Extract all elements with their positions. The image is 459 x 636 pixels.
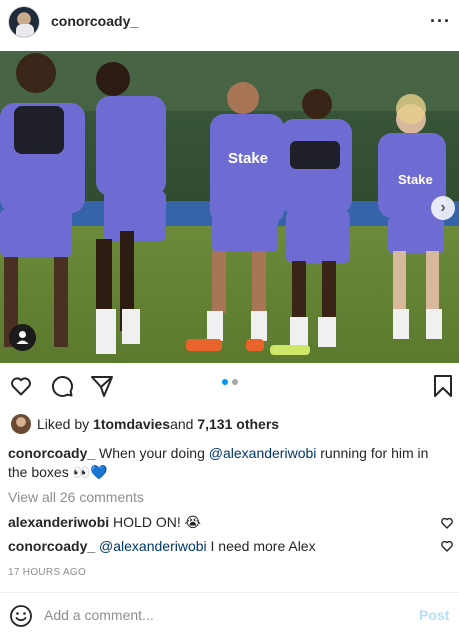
comment-like-heart-icon[interactable]	[440, 539, 454, 556]
comment-text: I need more Alex	[206, 538, 316, 554]
comment-text: HOLD ON! 😭	[109, 514, 201, 530]
more-horizontal-icon[interactable]: ···	[430, 11, 451, 32]
carousel-indicator	[222, 379, 238, 385]
action-bar	[0, 364, 459, 408]
comment-like-heart-icon[interactable]	[440, 516, 454, 533]
comment-bubble-icon[interactable]	[50, 374, 74, 401]
post-timestamp[interactable]: 17 HOURS AGO	[8, 567, 86, 578]
comment-input[interactable]	[44, 605, 404, 625]
liker-avatar[interactable]	[11, 414, 31, 434]
caption-mention[interactable]: @alexanderiwobi	[209, 445, 317, 461]
bookmark-icon[interactable]	[433, 374, 453, 401]
post-caption: conorcoady_ When your doing @alexanderiw…	[8, 444, 448, 482]
caption-username[interactable]: conorcoady_	[8, 445, 95, 461]
likes-prefix: Liked by	[37, 416, 90, 432]
svg-text:Stake: Stake	[228, 150, 268, 167]
svg-text:Stake: Stake	[398, 172, 433, 187]
post-comment-button[interactable]: Post	[419, 607, 449, 623]
paper-plane-icon[interactable]	[90, 374, 114, 401]
likes-connector: and	[170, 416, 194, 432]
training-photo: Stake Stake	[0, 51, 459, 363]
likes-others[interactable]: 7,131 others	[197, 416, 279, 432]
comment-username[interactable]: alexanderiwobi	[8, 514, 109, 530]
heart-outline-icon[interactable]	[9, 374, 33, 401]
post-photo[interactable]: Stake Stake ›	[0, 51, 459, 363]
carousel-dot-active	[222, 379, 228, 385]
comment-row: alexanderiwobi HOLD ON! 😭	[8, 514, 428, 531]
caption-text-before: When your doing	[95, 445, 209, 461]
comment-composer: Post	[0, 593, 459, 636]
user-tag-icon[interactable]	[9, 324, 36, 351]
post-header: conorcoady_ ···	[0, 0, 459, 50]
chevron-right-icon[interactable]: ›	[431, 196, 455, 220]
likes-summary: Liked by 1tomdavies and 7,131 others	[11, 414, 279, 434]
comment-mention[interactable]: @alexanderiwobi	[99, 538, 207, 554]
comment-username[interactable]: conorcoady_	[8, 538, 95, 554]
comment-row: conorcoady_ @alexanderiwobi I need more …	[8, 538, 428, 554]
view-all-comments-link[interactable]: View all 26 comments	[8, 489, 144, 505]
post-username[interactable]: conorcoady_	[51, 13, 138, 29]
avatar[interactable]	[8, 6, 40, 38]
emoji-smiley-icon[interactable]	[9, 604, 33, 631]
carousel-dot	[232, 379, 238, 385]
liker-username[interactable]: 1tomdavies	[93, 416, 170, 432]
